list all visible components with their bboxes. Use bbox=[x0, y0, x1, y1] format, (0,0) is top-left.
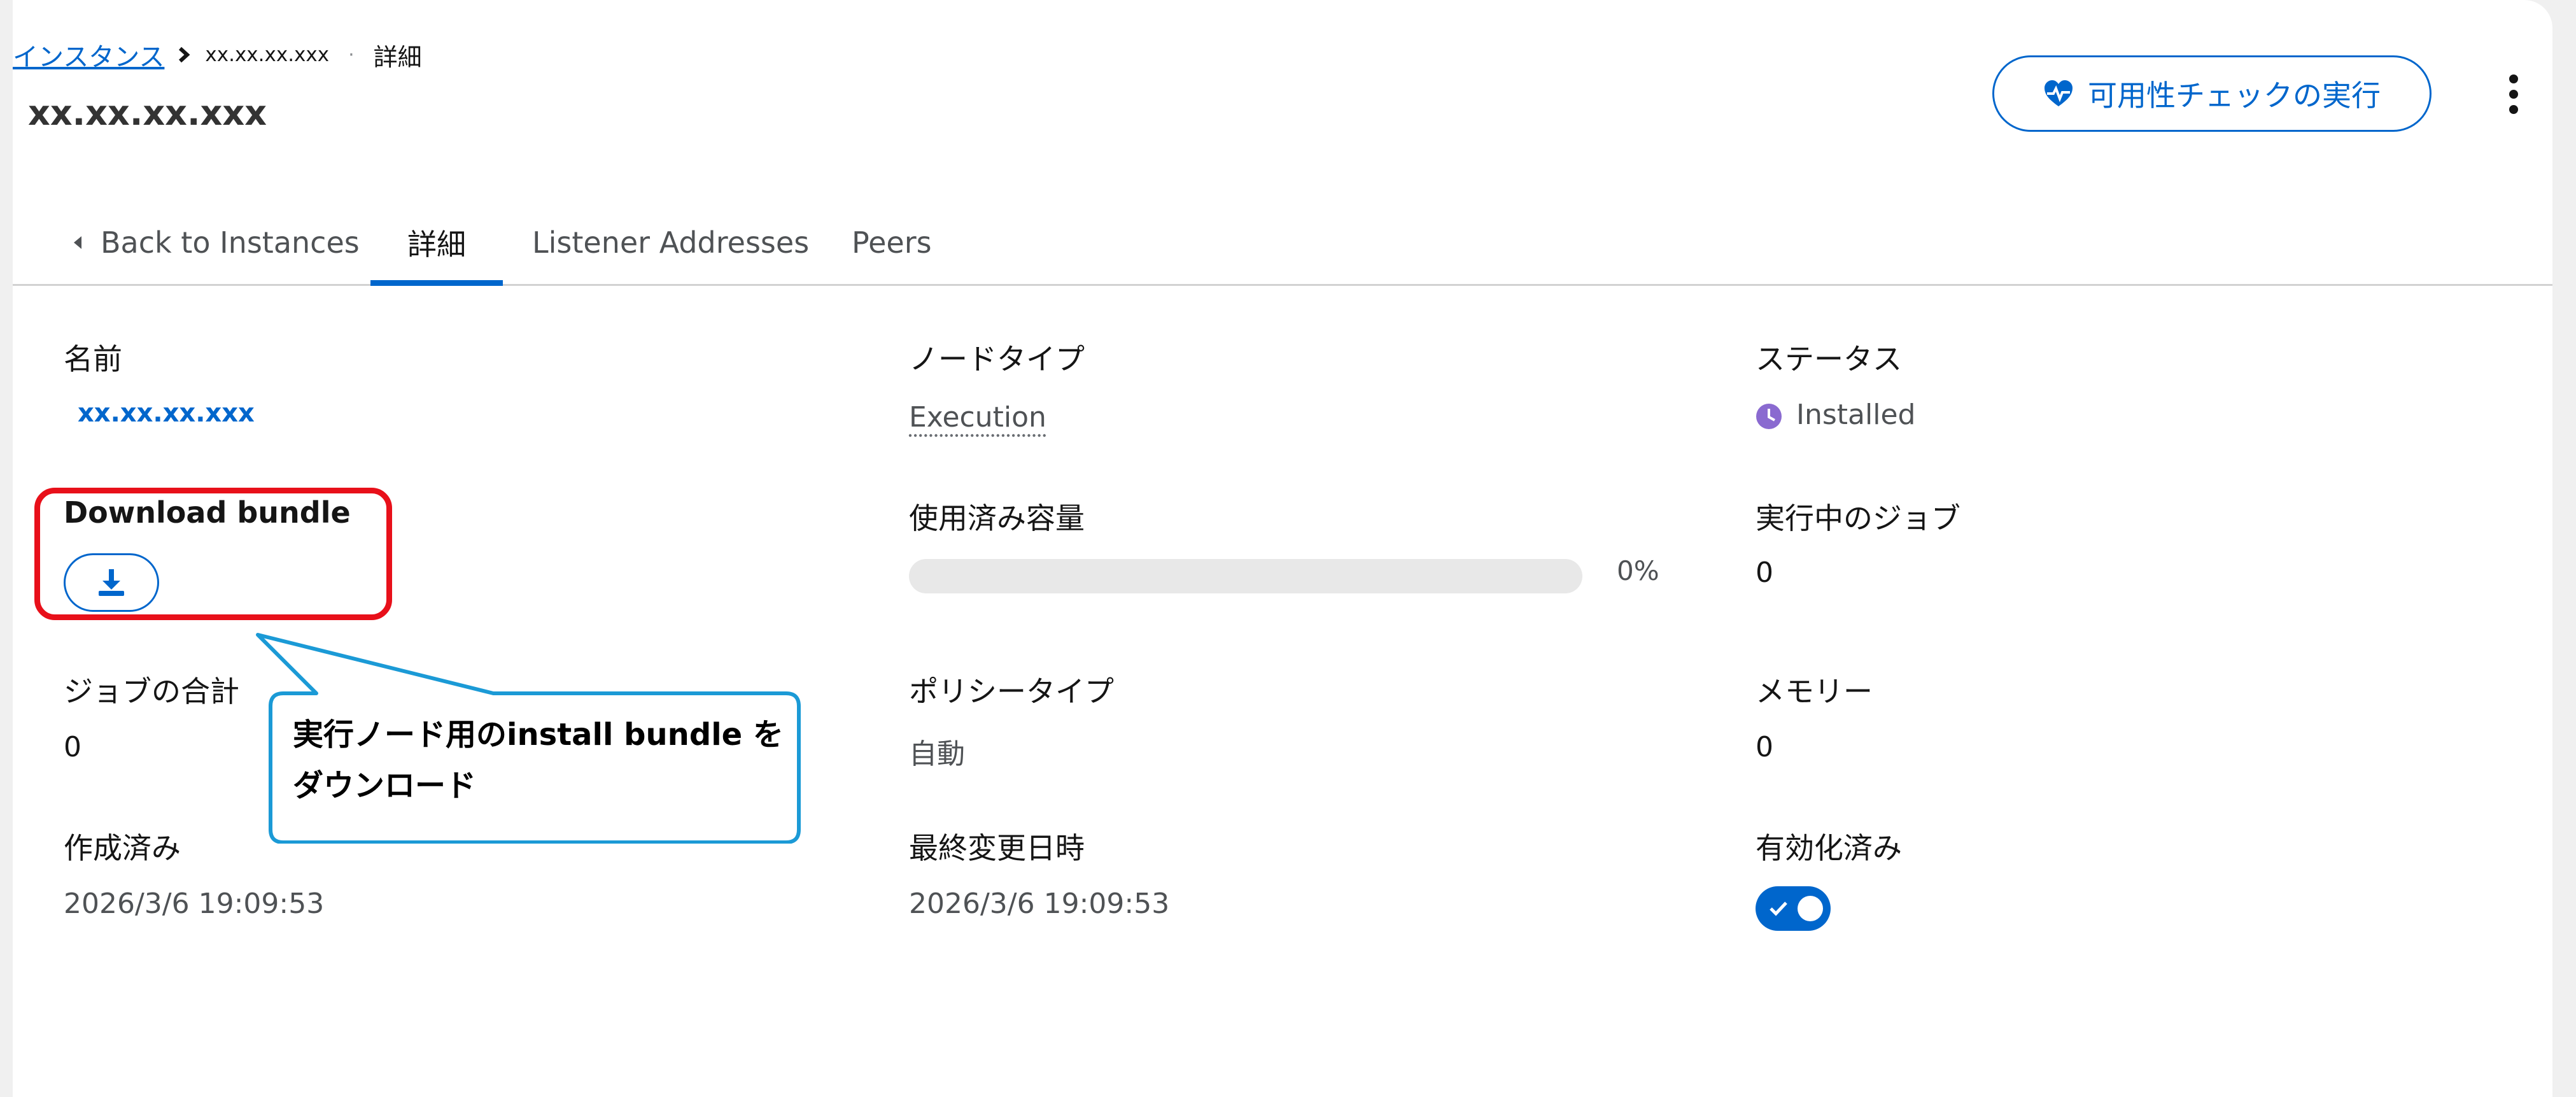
download-bundle-highlight bbox=[34, 488, 392, 620]
tab-back-to-instances[interactable]: Back to Instances bbox=[70, 201, 360, 284]
callout-line-1: 実行ノード用のinstall bundle を bbox=[293, 717, 784, 753]
tab-listener-addresses-label: Listener Addresses bbox=[532, 225, 810, 260]
instance-detail-card: インスタンス xx.xx.xx.xxx · 詳細 xx.xx.xx.xxx 可用… bbox=[13, 0, 2552, 1097]
node-type-label: ノードタイプ bbox=[909, 342, 1085, 376]
status-text: Installed bbox=[1796, 399, 1916, 431]
created-value: 2026/3/6 19:09:53 bbox=[64, 888, 325, 920]
page-title: xx.xx.xx.xxx bbox=[28, 93, 267, 133]
breadcrumb: インスタンス xx.xx.xx.xxx · 詳細 bbox=[13, 36, 422, 74]
used-capacity-progress bbox=[909, 559, 1582, 593]
tab-listener-addresses[interactable]: Listener Addresses bbox=[532, 201, 809, 284]
created-label: 作成済み bbox=[64, 831, 181, 865]
heartbeat-icon bbox=[2045, 80, 2073, 106]
memory-value: 0 bbox=[1756, 731, 1773, 763]
running-jobs-label: 実行中のジョブ bbox=[1756, 501, 1960, 535]
caret-left-icon bbox=[74, 236, 81, 249]
enabled-toggle[interactable] bbox=[1756, 886, 1831, 931]
used-capacity-label: 使用済み容量 bbox=[909, 501, 1085, 535]
modified-value: 2026/3/6 19:09:53 bbox=[909, 888, 1170, 920]
tab-details[interactable]: 詳細 bbox=[370, 201, 503, 286]
running-jobs-value: 0 bbox=[1756, 556, 1773, 589]
policy-type-value: 自動 bbox=[909, 738, 965, 770]
name-label: 名前 bbox=[64, 342, 122, 376]
status-value: Installed bbox=[1756, 399, 1915, 431]
clock-icon bbox=[1756, 404, 1782, 429]
total-jobs-value: 0 bbox=[64, 731, 81, 763]
memory-label: メモリー bbox=[1756, 674, 1873, 709]
toggle-knob bbox=[1798, 896, 1823, 921]
breadcrumb-current: 詳細 bbox=[373, 43, 422, 71]
enabled-label: 有効化済み bbox=[1756, 831, 1902, 865]
tab-peers-label: Peers bbox=[852, 225, 932, 260]
tab-peers[interactable]: Peers bbox=[852, 201, 932, 284]
breadcrumb-item-instance: xx.xx.xx.xxx bbox=[205, 43, 330, 66]
kebab-icon[interactable] bbox=[2505, 73, 2522, 115]
breadcrumb-separator: · bbox=[348, 43, 355, 66]
status-label: ステータス bbox=[1756, 342, 1902, 376]
name-value-link[interactable]: xx.xx.xx.xxx bbox=[78, 399, 255, 428]
tab-bar: Back to Instances 詳細 Listener Addresses … bbox=[13, 201, 2552, 286]
used-capacity-value: 0% bbox=[1617, 555, 1659, 586]
callout-line-2: ダウンロード bbox=[293, 768, 477, 803]
total-jobs-label: ジョブの合計 bbox=[64, 674, 239, 709]
node-type-value[interactable]: Execution bbox=[909, 401, 1046, 434]
health-check-label: 可用性チェックの実行 bbox=[2088, 78, 2381, 113]
callout-text: 実行ノード用のinstall bundle を ダウンロード bbox=[293, 709, 789, 811]
chevron-right-icon bbox=[179, 46, 190, 63]
health-check-button[interactable]: 可用性チェックの実行 bbox=[1992, 55, 2432, 132]
modified-label: 最終変更日時 bbox=[909, 831, 1085, 865]
breadcrumb-link-instances[interactable]: インスタンス bbox=[13, 36, 164, 73]
tab-back-label: Back to Instances bbox=[101, 225, 360, 260]
policy-type-label: ポリシータイプ bbox=[909, 674, 1114, 709]
check-icon bbox=[1770, 902, 1787, 916]
tab-details-label: 詳細 bbox=[407, 227, 466, 262]
